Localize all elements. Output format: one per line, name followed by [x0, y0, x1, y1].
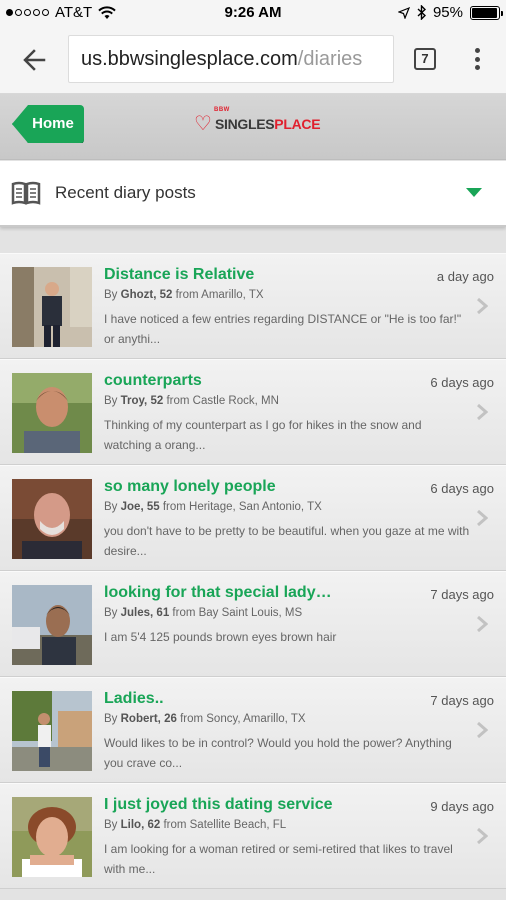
post-author: Jules, 61 [120, 607, 170, 619]
diary-post-list: Distance is Relative a day ago By Ghozt,… [0, 253, 506, 889]
book-icon [11, 181, 41, 205]
chevron-right-icon[interactable] [476, 403, 488, 421]
heart-logo-icon: ♡ [194, 113, 212, 135]
post-time: 9 days ago [430, 799, 494, 814]
chevron-right-icon[interactable] [476, 721, 488, 739]
chevron-right-icon[interactable] [476, 615, 488, 633]
tab-switcher-button[interactable]: 7 [414, 48, 436, 70]
diary-post-item[interactable]: I just joyed this dating service 9 days … [0, 783, 506, 889]
post-meta: By Robert, 26 from Soncy, Amarillo, TX [104, 713, 306, 725]
post-location: from Bay Saint Louis, MS [169, 607, 303, 619]
diary-post-item[interactable]: counterparts 6 days ago By Troy, 52 from… [0, 359, 506, 465]
dropdown-caret-icon[interactable] [466, 188, 482, 197]
status-bar: AT&T 9:26 AM 95% [0, 0, 506, 26]
avatar[interactable] [12, 585, 92, 665]
post-meta: By Ghozt, 52 from Amarillo, TX [104, 289, 264, 301]
post-title[interactable]: so many lonely people [104, 478, 276, 496]
post-title[interactable]: counterparts [104, 372, 202, 390]
diary-post-item[interactable]: looking for that special lady… 7 days ag… [0, 571, 506, 677]
bluetooth-icon [417, 5, 426, 20]
section-title: Recent diary posts [55, 183, 196, 202]
post-meta: By Troy, 52 from Castle Rock, MN [104, 395, 279, 407]
post-meta: By Jules, 61 from Bay Saint Louis, MS [104, 607, 303, 619]
post-meta: By Joe, 55 from Heritage, San Antonio, T… [104, 501, 322, 513]
post-excerpt: I am 5'4 125 pounds brown eyes brown hai… [104, 630, 337, 644]
logo-tag: BBW [214, 107, 230, 113]
back-arrow-icon[interactable] [14, 44, 54, 76]
post-excerpt: I have noticed a few entries regarding D… [104, 312, 462, 346]
post-author: Joe, 55 [120, 501, 160, 513]
battery-percent: 95% [432, 4, 463, 21]
status-right: 95% [397, 4, 503, 21]
chevron-right-icon[interactable] [476, 827, 488, 845]
site-logo[interactable]: ♡ BBW SINGLESPLACE [194, 107, 321, 135]
post-time: 7 days ago [430, 693, 494, 708]
post-author: Robert, 26 [120, 713, 177, 725]
post-excerpt: you don't have to be pretty to be beauti… [104, 524, 470, 558]
section-selector[interactable]: Recent diary posts [0, 161, 506, 227]
diary-post-item[interactable]: Ladies.. 7 days ago By Robert, 26 from S… [0, 677, 506, 783]
logo-singles: SINGLES [214, 116, 275, 132]
post-title[interactable]: Distance is Relative [104, 266, 254, 284]
post-meta: By Lilo, 62 from Satellite Beach, FL [104, 819, 287, 831]
post-time: 6 days ago [430, 375, 494, 390]
battery-icon [470, 5, 503, 20]
logo-place: PLACE [274, 116, 321, 132]
avatar[interactable] [12, 267, 92, 347]
post-location: from Amarillo, TX [172, 289, 264, 301]
post-excerpt: Thinking of my counterpart as I go for h… [104, 418, 422, 452]
site-header: Home ♡ BBW SINGLESPLACE [0, 94, 506, 160]
post-location: from Satellite Beach, FL [160, 819, 287, 831]
post-time: a day ago [436, 269, 494, 284]
post-title[interactable]: looking for that special lady… [104, 584, 332, 602]
post-excerpt: I am looking for a woman retired or semi… [104, 842, 453, 876]
diary-post-item[interactable]: so many lonely people 6 days ago By Joe,… [0, 465, 506, 571]
chevron-right-icon[interactable] [476, 297, 488, 315]
home-button[interactable]: Home [12, 105, 84, 143]
diary-post-item[interactable]: Distance is Relative a day ago By Ghozt,… [0, 253, 506, 359]
post-excerpt: Would likes to be in control? Would you … [104, 736, 452, 770]
avatar[interactable] [12, 479, 92, 559]
location-arrow-icon [397, 6, 410, 19]
chevron-right-icon[interactable] [476, 509, 488, 527]
post-location: from Heritage, San Antonio, TX [159, 501, 322, 513]
post-time: 7 days ago [430, 587, 494, 602]
url-host: us.bbwsinglesplace.com [81, 48, 298, 70]
post-author: Ghozt, 52 [120, 289, 173, 301]
address-bar[interactable]: us.bbwsinglesplace.com/diaries [68, 35, 394, 83]
post-title[interactable]: I just joyed this dating service [104, 796, 333, 814]
post-title[interactable]: Ladies.. [104, 690, 164, 708]
post-author: Lilo, 62 [120, 819, 161, 831]
overflow-menu-icon[interactable] [468, 46, 486, 72]
avatar[interactable] [12, 691, 92, 771]
url-path: /diaries [297, 48, 363, 70]
post-time: 6 days ago [430, 481, 494, 496]
browser-toolbar: us.bbwsinglesplace.com/diaries 7 [0, 26, 506, 94]
avatar[interactable] [12, 373, 92, 453]
post-location: from Soncy, Amarillo, TX [176, 713, 306, 725]
post-location: from Castle Rock, MN [163, 395, 279, 407]
avatar[interactable] [12, 797, 92, 877]
post-author: Troy, 52 [120, 395, 164, 407]
